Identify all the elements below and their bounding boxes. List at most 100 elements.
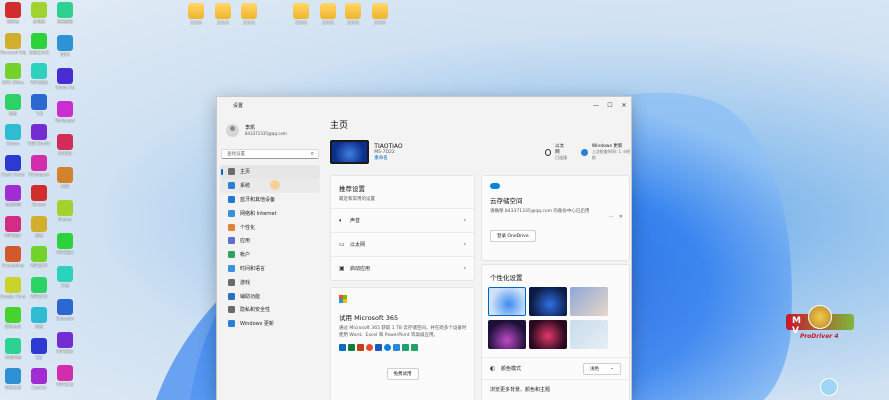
chevron-down-icon: ⌄: [610, 365, 614, 371]
nav-item-label: 辅助功能: [240, 293, 261, 300]
theme-thumb-glow[interactable]: [570, 287, 608, 316]
desktop-shortcut[interactable]: Google Chrome: [0, 276, 26, 299]
desktop-shortcut[interactable]: 微信: [0, 93, 26, 116]
theme-thumb-light-bloom[interactable]: [488, 287, 526, 316]
defender-icon: [393, 344, 400, 351]
desktop-shortcut[interactable]: 网易有道: [0, 368, 26, 390]
desktop-shortcut[interactable]: Adobe Au: [52, 68, 78, 90]
desktop-folder[interactable]: 文件夹: [315, 3, 341, 25]
minimize-button[interactable]: —: [589, 102, 603, 109]
cloud-ellipsis-icon[interactable]: ⋯: [609, 214, 614, 220]
search-input[interactable]: 查找设置 ⌕: [221, 149, 319, 159]
desktop-shortcut[interactable]: BCompare: [26, 154, 52, 177]
desktop-shortcut[interactable]: OBS Studio: [26, 124, 52, 146]
desktop-shortcut[interactable]: CapCut: [26, 368, 52, 390]
desktop-shortcut[interactable]: WPS演示: [52, 233, 78, 255]
desktop-folder[interactable]: 文件夹: [236, 3, 262, 25]
onedrive-icon: [384, 344, 391, 351]
desktop-shortcut[interactable]: WPS文字: [26, 246, 52, 268]
desktop-shortcut[interactable]: Microsoft Edge: [0, 32, 26, 55]
desktop-shortcut[interactable]: 百度网盘: [0, 185, 26, 207]
office-icon: [366, 344, 373, 351]
desktop-folder[interactable]: 文件夹: [183, 3, 209, 25]
desktop-shortcut[interactable]: 此电脑: [26, 2, 52, 24]
profile[interactable]: 李凯 843371335@qq.com: [217, 113, 323, 141]
nav-item[interactable]: 应用: [220, 234, 320, 248]
app-icon: [5, 154, 21, 171]
theme-thumb-flow[interactable]: [529, 320, 567, 349]
rename-link[interactable]: 重命名: [374, 155, 402, 161]
close-button[interactable]: ✕: [617, 102, 631, 109]
nav-item[interactable]: 游戏: [220, 275, 320, 289]
desktop-shortcut[interactable]: Snipaste: [52, 299, 78, 321]
nav-item[interactable]: 辅助功能: [220, 289, 320, 303]
desktop-shortcut-label: WPS表格: [30, 80, 48, 85]
desktop-shortcut[interactable]: Wallpaper: [52, 101, 78, 123]
m365-title: 试用 Microsoft 365: [339, 314, 399, 322]
desktop-shortcut-label: 此电脑: [33, 19, 45, 24]
desktop-shortcut[interactable]: WPS文字: [52, 365, 78, 387]
desktop-shortcut[interactable]: NVIDIA: [52, 134, 78, 156]
desktop-shortcut[interactable]: IDEA: [52, 35, 78, 57]
nav-item[interactable]: 帐户: [220, 248, 320, 262]
desktop-shortcut-label: 腾讯会议: [5, 324, 21, 329]
sidebar: 李凯 843371335@qq.com 查找设置 ⌕ 主页 系统 蓝牙和其他设备 网络…: [217, 113, 323, 400]
theme-thumb-captured[interactable]: [488, 320, 526, 349]
desktop-shortcut[interactable]: WPS表格: [26, 63, 52, 85]
desktop-shortcut[interactable]: QQ: [26, 337, 52, 360]
rec-item-label: 启动应用: [350, 266, 371, 272]
nav-item[interactable]: 主页: [220, 165, 320, 179]
desktop-shortcut[interactable]: 控制面板: [52, 2, 78, 24]
desktop-shortcut[interactable]: 飞书: [26, 93, 52, 116]
desktop-shortcut[interactable]: 迅雷: [26, 307, 52, 329]
nav-item[interactable]: 蓝牙和其他设备: [220, 193, 320, 207]
update-status[interactable]: Windows 更新 上次检查时间: 1 小时前: [581, 143, 631, 161]
desktop-shortcut[interactable]: WPS演示: [52, 332, 78, 354]
rec-item-ethernet[interactable]: ▭ 以太网 ›: [331, 232, 474, 256]
desktop-shortcut[interactable]: 哔哩哔哩: [0, 337, 26, 360]
desktop-shortcut[interactable]: 剪映: [26, 215, 52, 238]
desktop-folder[interactable]: 文件夹: [367, 3, 393, 25]
desktop-folder[interactable]: 文件夹: [340, 3, 366, 25]
color-mode-value: 浅色: [590, 366, 599, 372]
nav-item-label: 帐户: [240, 252, 251, 259]
desktop-folder[interactable]: 文件夹: [288, 3, 314, 25]
desktop-shortcut[interactable]: WPS文字: [26, 276, 52, 299]
maximize-button[interactable]: ☐: [603, 102, 617, 109]
desktop-shortcut[interactable]: 新建文件夹: [26, 32, 52, 55]
desktop-shortcut[interactable]: Photos: [52, 200, 78, 222]
desktop-shortcut[interactable]: WPS Office: [0, 63, 26, 85]
desktop-shortcut[interactable]: Everything: [0, 246, 26, 268]
desktop-shortcut-label: WPS图片: [4, 232, 22, 238]
try-free-button[interactable]: 免费试用: [386, 368, 419, 380]
browse-themes-row[interactable]: 浏览更多背景、颜色和主题: [482, 379, 629, 399]
desktop-shortcut[interactable]: OBS: [52, 167, 78, 189]
cloud-close-icon[interactable]: ✕: [619, 214, 623, 220]
desktop-shortcut[interactable]: Clash Verge: [0, 154, 26, 177]
color-mode-select[interactable]: 浅色 ⌄: [583, 362, 621, 375]
onedrive-signin-button[interactable]: 登录 OneDrive: [490, 229, 536, 242]
theme-thumb-dark-bloom[interactable]: [529, 287, 567, 316]
desktop-shortcut[interactable]: WPS图片: [0, 215, 26, 238]
nav-item[interactable]: 时间和语言: [220, 262, 320, 276]
desktop-shortcut[interactable]: 腾讯会议: [0, 307, 26, 329]
nav-item-label: 时间和语言: [240, 265, 266, 272]
ethernet-title: 以太网: [555, 144, 565, 155]
assistant-bubble-icon[interactable]: [820, 378, 838, 396]
desktop-shortcut[interactable]: Steam: [0, 124, 26, 146]
ethernet-status[interactable]: 以太网 已连接: [544, 143, 568, 161]
rec-item-startup[interactable]: ▣ 启动应用 ›: [331, 256, 474, 280]
theme-thumb-sunrise[interactable]: [570, 320, 608, 349]
desktop-folder-label: 文件夹: [374, 20, 386, 25]
rec-item-sound[interactable]: 🔈︎ 声音 ›: [331, 208, 474, 232]
desktop-shortcut[interactable]: 回收站: [0, 2, 26, 24]
browse-themes-label: 浏览更多背景、颜色和主题: [490, 387, 551, 393]
nav-item[interactable]: 隐私和安全性: [220, 303, 320, 317]
nav-item[interactable]: 个性化: [220, 220, 320, 234]
nav-item[interactable]: 网络和 Internet: [220, 206, 320, 220]
nav-item[interactable]: Windows 更新: [220, 317, 320, 331]
desktop-shortcut[interactable]: Screen: [26, 185, 52, 207]
desktop-shortcut-label: 控制面板: [57, 19, 73, 24]
desktop-shortcut[interactable]: 文档: [52, 266, 78, 288]
desktop-folder[interactable]: 文件夹: [210, 3, 236, 25]
